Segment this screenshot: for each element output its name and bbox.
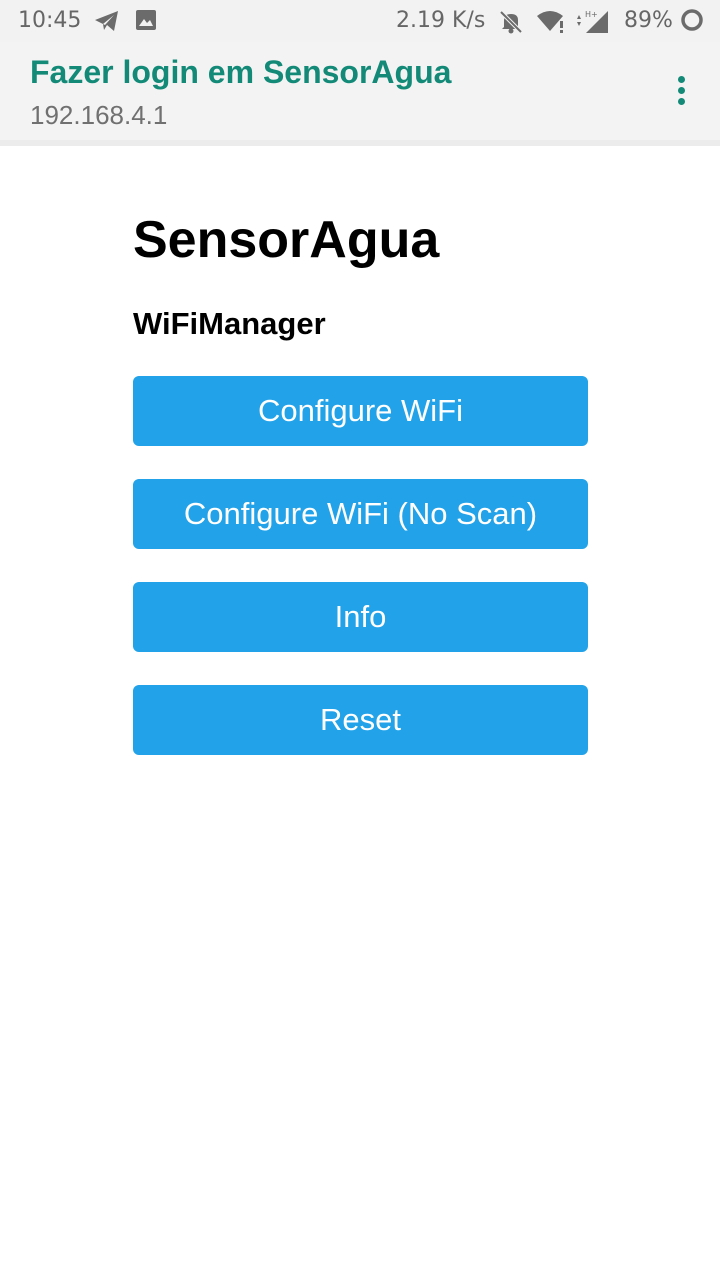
app-bar-url: 192.168.4.1 bbox=[30, 100, 168, 130]
main-content: SensorAgua WiFiManager Configure WiFi Co… bbox=[133, 150, 588, 755]
info-button[interactable]: Info bbox=[133, 582, 588, 652]
page-title: SensorAgua bbox=[133, 211, 440, 269]
configure-wifi-button[interactable]: Configure WiFi bbox=[133, 376, 588, 446]
signal-icon: H+ bbox=[574, 9, 608, 33]
mute-icon bbox=[498, 9, 523, 34]
network-speed: 2.19 K/s bbox=[396, 8, 486, 33]
wifi-icon bbox=[536, 9, 563, 33]
svg-text:H+: H+ bbox=[585, 10, 598, 19]
battery-icon bbox=[680, 8, 704, 32]
configure-wifi-no-scan-button[interactable]: Configure WiFi (No Scan) bbox=[133, 479, 588, 549]
status-time: 10:45 bbox=[18, 8, 82, 33]
section-title: WiFiManager bbox=[133, 306, 326, 341]
overflow-menu-icon[interactable] bbox=[666, 72, 696, 112]
app-bar: Fazer login em SensorAgua 192.168.4.1 bbox=[0, 42, 720, 146]
telegram-icon bbox=[94, 9, 118, 33]
reset-button[interactable]: Reset bbox=[133, 685, 588, 755]
status-bar: 10:45 2.19 K/s H+ 89% bbox=[0, 0, 720, 42]
app-bar-title: Fazer login em SensorAgua bbox=[30, 54, 452, 90]
battery-percentage: 89% bbox=[624, 8, 673, 33]
image-icon bbox=[135, 9, 159, 33]
